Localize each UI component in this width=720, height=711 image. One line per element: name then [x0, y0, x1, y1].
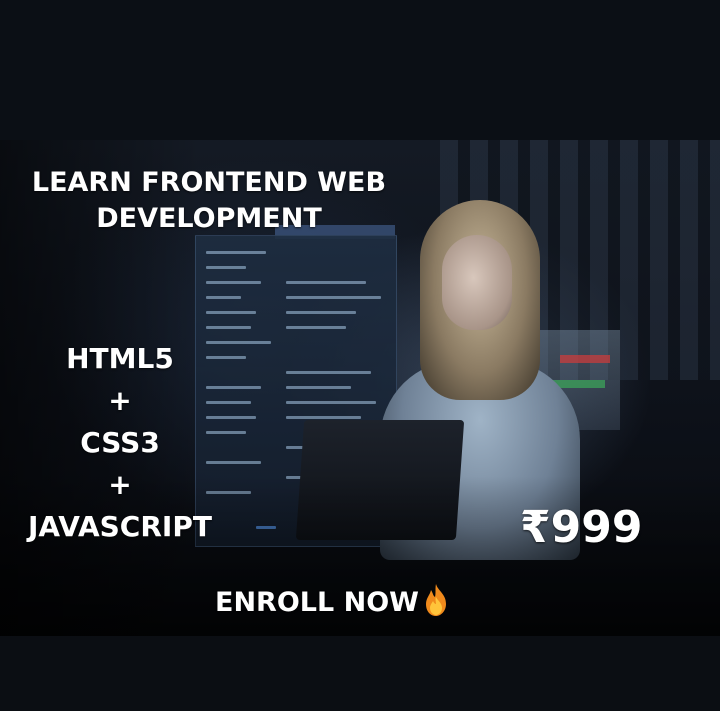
tech-plus-2: + — [108, 468, 132, 501]
tech-item-javascript: JAVASCRIPT — [28, 510, 212, 543]
enroll-now-cta[interactable]: ENROLL NOW — [215, 583, 451, 623]
headline-line-1: LEARN FRONTEND WEB — [31, 167, 387, 198]
tech-item-css3: CSS3 — [80, 426, 160, 459]
headline-line-2: DEVELOPMENT — [96, 203, 322, 234]
fire-icon — [421, 583, 451, 617]
enroll-now-label: ENROLL NOW — [215, 587, 419, 618]
price-label: ₹999 — [520, 502, 643, 553]
tech-plus-1: + — [108, 384, 132, 417]
top-dark-band — [0, 0, 720, 140]
tech-stack-list: HTML5 + CSS3 + JAVASCRIPT — [10, 338, 230, 548]
headline: LEARN FRONTEND WEB DEVELOPMENT — [14, 165, 404, 237]
tech-item-html5: HTML5 — [66, 342, 174, 375]
bottom-dark-band — [0, 636, 720, 711]
